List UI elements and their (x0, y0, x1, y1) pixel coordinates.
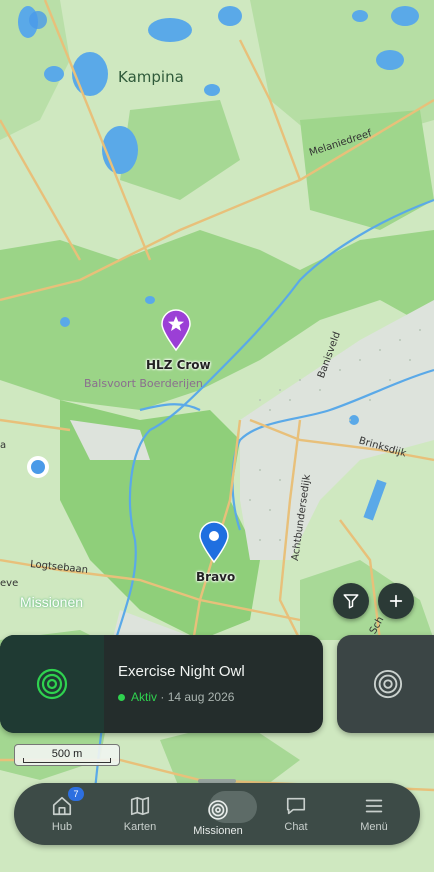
target-icon (208, 800, 228, 820)
hub-badge: 7 (68, 787, 84, 801)
nav-label-missionen: Missionen (193, 825, 243, 837)
mission-card[interactable]: Exercise Night Owl Aktiv · 14 aug 2026 (0, 635, 323, 733)
nav-item-karten[interactable]: Karten (102, 783, 178, 845)
chat-icon (286, 797, 306, 815)
place-label-kampina: Kampina (118, 68, 184, 86)
dot-icon (199, 521, 229, 564)
nav-item-hub[interactable]: Hub 7 (24, 783, 100, 845)
star-icon (161, 309, 191, 352)
place-label-eve: eve (0, 578, 19, 589)
place-label-balsvoort: Balsvoort Boerderijen (84, 377, 203, 390)
mission-status: Aktiv (131, 690, 158, 704)
mission-card-thumb (0, 635, 104, 733)
marker-label-hlz-crow: HLZ Crow (146, 358, 211, 372)
scale-bar (23, 758, 111, 763)
place-label-a: a (0, 440, 7, 451)
missions-overlay-label: Missionen (20, 594, 84, 610)
map-scale: 500 m (14, 744, 120, 766)
nav-label-karten: Karten (123, 821, 157, 833)
menu-icon (365, 799, 383, 813)
nav-item-missionen[interactable]: Missionen (180, 787, 256, 849)
nav-item-menu[interactable]: Menü (336, 783, 412, 845)
mission-title: Exercise Night Owl (118, 663, 245, 680)
target-icon (36, 668, 68, 700)
status-dot (118, 693, 125, 701)
add-button[interactable] (378, 583, 414, 619)
plus-icon (389, 594, 403, 608)
nav-label-menu: Menü (360, 821, 388, 833)
separator: · (157, 690, 168, 704)
nav-label-hub: Hub (51, 821, 73, 833)
filter-button[interactable] (333, 583, 369, 619)
mission-card-next[interactable] (337, 635, 434, 733)
filter-icon (343, 594, 359, 609)
nav-item-chat[interactable]: Chat (258, 783, 334, 845)
nav-label-chat: Chat (284, 821, 308, 833)
marker-hlz-crow[interactable] (160, 308, 192, 357)
marker-bravo[interactable] (198, 520, 230, 569)
target-icon (373, 669, 403, 699)
map-icon (130, 796, 150, 816)
mission-date: 14 aug 2026 (167, 690, 235, 704)
marker-label-bravo: Bravo (196, 570, 236, 584)
bottom-nav: Hub 7 Karten Missionen Chat Menü (14, 783, 420, 845)
